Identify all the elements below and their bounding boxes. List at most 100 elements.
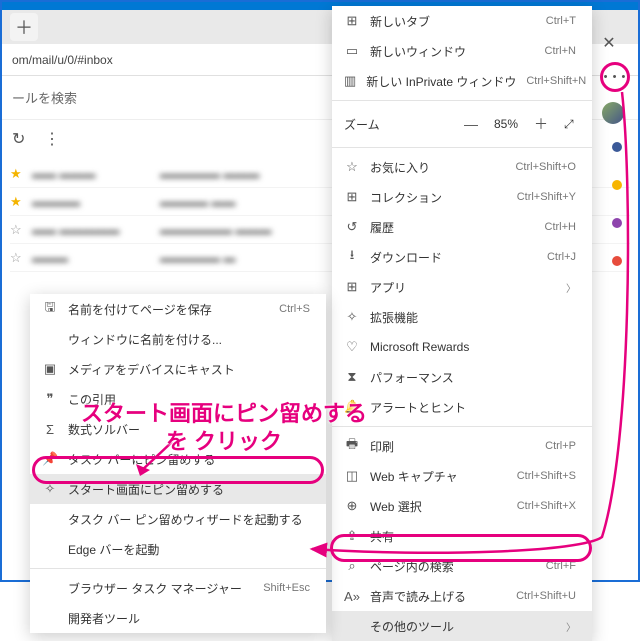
menu-icon: ☆ (344, 159, 360, 175)
sub-menu-item-11[interactable]: 開発者ツール (30, 603, 326, 633)
menu-icon: 🔔 (344, 399, 360, 415)
menu-label: タスク バーにピン留めする (68, 451, 310, 468)
mail-sender: ▬▬▬ (32, 251, 152, 265)
chevron-right-icon: 〉 (566, 280, 576, 295)
menu-label: メディアをデバイスにキャスト (68, 361, 310, 378)
menu-label: 印刷 (370, 438, 535, 455)
new-tab-button[interactable]: ＋ (10, 13, 38, 41)
star-icon[interactable]: ★ (10, 166, 24, 182)
star-icon[interactable]: ☆ (10, 222, 24, 238)
main-menu-item-14[interactable]: 🖶印刷Ctrl+P (332, 431, 592, 461)
menu-icon: ✧ (42, 481, 58, 497)
menu-icon: ⊞ (344, 279, 360, 295)
menu-label: ダウンロード (370, 249, 537, 266)
sidebar-app-icon[interactable] (612, 256, 622, 266)
menu-label: ウィンドウに名前を付ける... (68, 331, 310, 348)
menu-icon: ⭳ (344, 246, 360, 268)
menu-shortcut: Shift+Esc (263, 582, 310, 594)
zoom-label: ズーム (344, 116, 448, 133)
sub-menu-item-0[interactable]: 🖫 名前を付けてページを保存 Ctrl+S (30, 294, 326, 324)
menu-shortcut: Ctrl+Shift+U (516, 590, 576, 602)
chevron-right-icon: 〉 (566, 619, 576, 634)
menu-label: 新しいタブ (370, 13, 536, 30)
main-menu-item-8[interactable]: ⊞アプリ〉 (332, 272, 592, 302)
menu-shortcut: Ctrl+S (279, 303, 310, 315)
main-menu-item-9[interactable]: ✧拡張機能 (332, 302, 592, 332)
menu-icon: ⧗ (344, 369, 360, 385)
close-icon[interactable]: ✕ (596, 30, 622, 56)
menu-label: コレクション (370, 189, 507, 206)
menu-label: 共有 (370, 528, 576, 545)
menu-icon: 🖫 (42, 298, 58, 320)
sidebar-app-icon[interactable] (612, 218, 622, 228)
main-menu-item-11[interactable]: ⧗ パフォーマンス (332, 362, 592, 392)
sub-menu-item-6[interactable]: ✧ スタート画面にピン留めする (30, 474, 326, 504)
sidebar-app-icon[interactable] (612, 180, 622, 190)
star-icon[interactable]: ☆ (10, 250, 24, 266)
menu-icon: 📌 (42, 451, 58, 467)
menu-icon: ⌕ (344, 558, 360, 574)
menu-icon: Σ (42, 422, 58, 437)
address-text[interactable]: om/mail/u/0/#inbox (12, 53, 113, 67)
menu-label: ページ内の検索 (370, 558, 536, 575)
zoom-in-button[interactable]: ＋ (532, 114, 550, 134)
menu-icon: ⊞ (344, 189, 360, 205)
more-vert-icon[interactable]: ⋮ (44, 129, 62, 147)
menu-label: ブラウザー タスク マネージャー (68, 580, 253, 597)
menu-shortcut: Ctrl+F (546, 560, 576, 572)
sub-menu-item-7[interactable]: タスク バー ピン留めウィザードを起動する (30, 504, 326, 534)
menu-icon: 🖶 (344, 435, 360, 457)
menu-shortcut: Ctrl+Shift+S (517, 470, 576, 482)
main-menu-item-0[interactable]: ⊞新しいタブCtrl+T (332, 6, 592, 36)
avatar[interactable] (602, 102, 624, 124)
menu-icon: ⊞ (344, 13, 360, 29)
main-menu-item-1[interactable]: ▭ 新しいウィンドウ Ctrl+N (332, 36, 592, 66)
other-tools-submenu: 🖫 名前を付けてページを保存 Ctrl+S ウィンドウに名前を付ける... ▣メディアを… (30, 294, 326, 633)
sidebar-app-icon[interactable] (612, 142, 622, 152)
menu-icon: ❞ (42, 391, 58, 407)
main-menu-item-6[interactable]: ↺履歴Ctrl+H (332, 212, 592, 242)
menu-shortcut: Ctrl+N (545, 45, 576, 57)
menu-label: 音声で読み上げる (370, 588, 506, 605)
main-menu-item-16[interactable]: ⊕Web 選択Ctrl+Shift+X (332, 491, 592, 521)
menu-label: Web 選択 (370, 498, 507, 515)
menu-label: アラートとヒント (370, 399, 576, 416)
sub-menu-item-2[interactable]: ▣メディアをデバイスにキャスト (30, 354, 326, 384)
menu-shortcut: Ctrl+J (547, 251, 576, 263)
sub-menu-item-10[interactable]: ブラウザー タスク マネージャー Shift+Esc (30, 573, 326, 603)
fullscreen-icon[interactable]: ⤢ (564, 117, 580, 132)
main-menu-item-7[interactable]: ⭳ ダウンロード Ctrl+J (332, 242, 592, 272)
main-menu-item-4[interactable]: ☆お気に入りCtrl+Shift+O (332, 152, 592, 182)
sub-menu-item-5[interactable]: 📌 タスク バーにピン留めする (30, 444, 326, 474)
main-menu-item-15[interactable]: ◫ Web キャプチャ Ctrl+Shift+S (332, 461, 592, 491)
main-menu-item-18[interactable]: ⌕ ページ内の検索 Ctrl+F (332, 551, 592, 581)
menu-shortcut: Ctrl+Shift+Y (517, 191, 576, 203)
menu-label: 開発者ツール (68, 610, 310, 627)
main-menu-item-10[interactable]: ♡ Microsoft Rewards (332, 332, 592, 362)
settings-more-button[interactable]: • • • (600, 62, 630, 92)
zoom-out-button[interactable]: — (462, 116, 480, 132)
star-icon[interactable]: ★ (10, 194, 24, 210)
menu-label: Web キャプチャ (370, 468, 507, 485)
menu-label: パフォーマンス (370, 369, 576, 386)
main-menu-item-5[interactable]: ⊞ コレクション Ctrl+Shift+Y (332, 182, 592, 212)
menu-label: Microsoft Rewards (370, 340, 576, 354)
main-menu-item-2[interactable]: ▥新しい InPrivate ウィンドウCtrl+Shift+N (332, 66, 592, 96)
main-menu-item-17[interactable]: ⇪共有 (332, 521, 592, 551)
search-placeholder[interactable]: ールを検索 (12, 88, 77, 107)
menu-label: 名前を付けてページを保存 (68, 301, 269, 318)
menu-label: その他のツール (370, 618, 556, 635)
sub-menu-item-1[interactable]: ウィンドウに名前を付ける... (30, 324, 326, 354)
menu-icon: ◫ (344, 468, 360, 484)
refresh-icon[interactable]: ↻ (12, 129, 30, 147)
sub-menu-item-4[interactable]: Σ数式ソルバー (30, 414, 326, 444)
main-menu-item-12[interactable]: 🔔 アラートとヒント (332, 392, 592, 422)
menu-label: スタート画面にピン留めする (68, 481, 310, 498)
menu-label: 新しいウィンドウ (370, 43, 535, 60)
menu-icon: ▭ (344, 43, 360, 59)
sub-menu-item-3[interactable]: ❞この引用 (30, 384, 326, 414)
menu-icon: ♡ (344, 339, 360, 355)
sub-menu-item-8[interactable]: Edge バーを起動 (30, 534, 326, 564)
main-menu-item-19[interactable]: A»音声で読み上げるCtrl+Shift+U (332, 581, 592, 611)
main-menu-item-20[interactable]: その他のツール〉 (332, 611, 592, 641)
